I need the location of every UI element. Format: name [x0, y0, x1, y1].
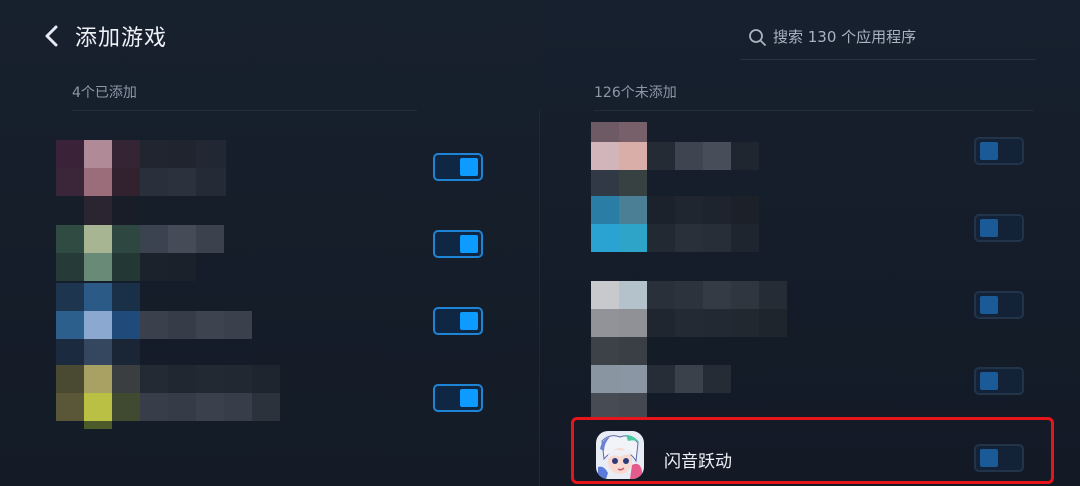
added-game-toggle-4[interactable] — [433, 384, 483, 412]
pixelated-app-7 — [591, 281, 791, 367]
toggle-knob — [460, 235, 478, 253]
page-title: 添加游戏 — [75, 26, 168, 51]
toggle-knob — [460, 158, 478, 176]
added-game-toggle-1[interactable] — [433, 153, 483, 181]
back-button[interactable] — [40, 22, 66, 50]
search-input[interactable]: 搜索 130 个应用程序 — [740, 20, 1036, 60]
toggle-knob — [980, 142, 998, 160]
pixelated-app-3 — [56, 283, 256, 367]
toggle-knob — [980, 296, 998, 314]
chevron-left-icon — [45, 25, 58, 47]
not-added-section-divider — [594, 110, 1034, 111]
search-placeholder: 搜索 130 个应用程序 — [773, 28, 917, 46]
added-game-toggle-3[interactable] — [433, 307, 483, 335]
added-section-divider — [72, 110, 417, 111]
app-icon — [596, 431, 644, 479]
search-underline — [740, 59, 1036, 60]
toggle-knob — [460, 312, 478, 330]
app-name: 闪音跃动 — [664, 452, 732, 472]
column-divider — [539, 110, 540, 486]
pixelated-app-6 — [591, 196, 761, 256]
not-added-game-toggle-3[interactable] — [974, 291, 1024, 319]
pixelated-app-2 — [56, 225, 226, 285]
toggle-knob — [980, 449, 998, 467]
toggle-knob — [980, 372, 998, 390]
not-added-game-toggle-1[interactable] — [974, 137, 1024, 165]
not-added-count-label: 126个未添加 — [594, 85, 677, 101]
app-toggle[interactable] — [974, 444, 1024, 472]
toggle-knob — [460, 389, 478, 407]
pixelated-app-4 — [56, 365, 286, 429]
added-count-label: 4个已添加 — [72, 85, 137, 101]
search-icon — [749, 29, 766, 46]
pixelated-app-1 — [56, 140, 226, 226]
toggle-knob — [980, 219, 998, 237]
pixelated-app-8 — [591, 365, 741, 417]
not-added-game-toggle-4[interactable] — [974, 367, 1024, 395]
pixelated-app-5 — [591, 122, 761, 198]
not-added-game-toggle-2[interactable] — [974, 214, 1024, 242]
added-game-toggle-2[interactable] — [433, 230, 483, 258]
